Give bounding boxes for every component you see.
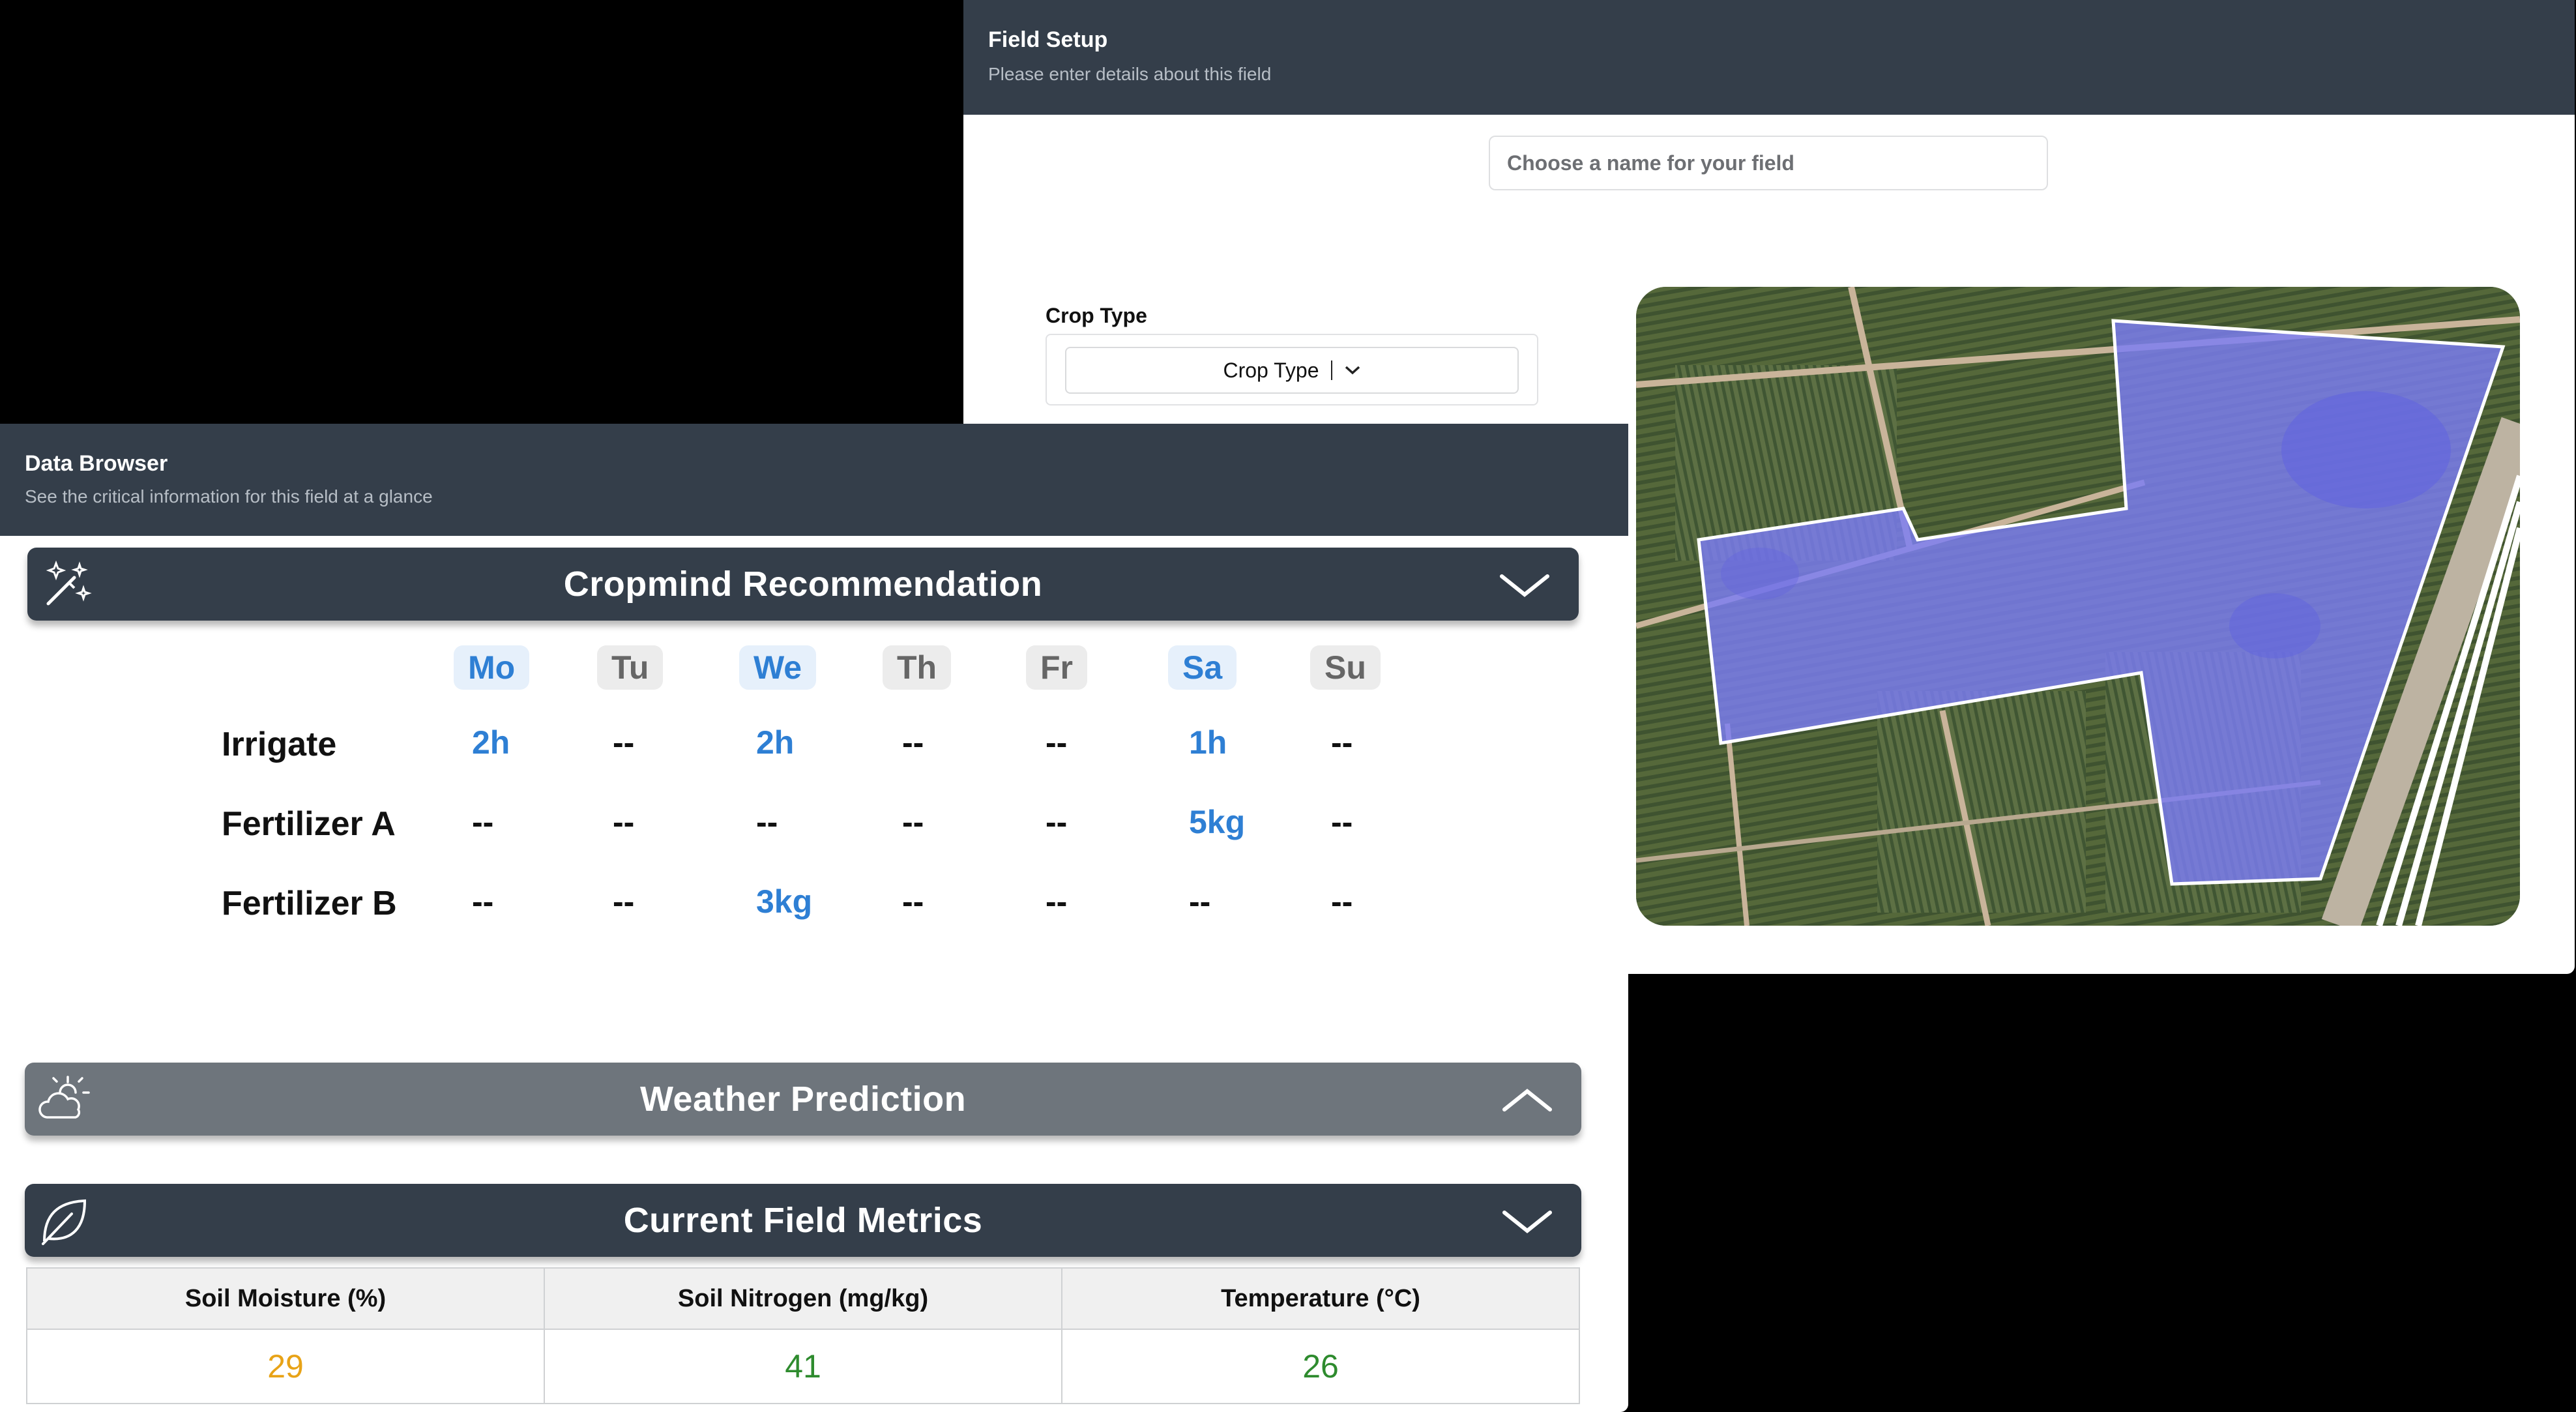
field-name-input[interactable] — [1489, 136, 2048, 190]
metrics-value-row: 29 41 26 — [26, 1329, 1580, 1404]
schedule-cell: -- — [472, 804, 494, 840]
crop-type-container: Crop Type — [1046, 334, 1538, 405]
data-browser-header: Data Browser See the critical informatio… — [0, 424, 1628, 536]
chevron-down-icon[interactable] — [1499, 572, 1550, 598]
row-label-irrigate: Irrigate — [222, 726, 337, 763]
metric-value-soil-nitrogen: 41 — [544, 1329, 1062, 1404]
leaf-icon — [42, 1199, 87, 1245]
schedule-cell: -- — [902, 804, 924, 840]
row-label-fertilizer-b: Fertilizer B — [222, 885, 397, 922]
metrics-table: Soil Moisture (%) Soil Nitrogen (mg/kg) … — [26, 1267, 1580, 1404]
weather-panel-header[interactable]: Weather Prediction — [25, 1063, 1581, 1136]
metrics-header-row: Soil Moisture (%) Soil Nitrogen (mg/kg) … — [26, 1267, 1580, 1330]
metrics-title: Current Field Metrics — [623, 1201, 983, 1240]
data-browser-subtitle: See the critical information for this fi… — [25, 486, 433, 507]
satellite-map-image — [1636, 287, 2520, 926]
schedule-cell: -- — [1189, 883, 1211, 920]
day-pill-mo: Mo — [454, 645, 530, 690]
weather-title: Weather Prediction — [639, 1080, 967, 1119]
metric-value-temperature: 26 — [1061, 1329, 1580, 1404]
schedule-cell: -- — [1046, 883, 1068, 920]
metrics-panel-header[interactable]: Current Field Metrics — [25, 1184, 1581, 1257]
schedule-cell: -- — [1331, 804, 1353, 840]
magic-wand-icon — [46, 560, 92, 606]
data-browser-window: Data Browser See the critical informatio… — [0, 424, 1628, 1412]
dropdown-separator — [1330, 360, 1332, 380]
schedule-cell: -- — [1046, 804, 1068, 840]
metric-header-temperature: Temperature (°C) — [1061, 1267, 1580, 1330]
field-setup-title: Field Setup — [988, 27, 1108, 52]
data-browser-title: Data Browser — [25, 451, 168, 476]
crop-type-label: Crop Type — [1046, 304, 1147, 327]
field-setup-subtitle: Please enter details about this field — [988, 64, 1272, 84]
chevron-down-icon — [1345, 366, 1360, 375]
schedule-cell: -- — [756, 804, 778, 840]
schedule-cell: -- — [613, 724, 635, 761]
schedule-cell: -- — [1046, 724, 1068, 761]
schedule-cell: -- — [1331, 883, 1353, 920]
crop-type-value: Crop Type — [1223, 358, 1319, 382]
schedule-cell: -- — [902, 883, 924, 920]
schedule-cell: 5kg — [1189, 804, 1246, 840]
day-pill-we: We — [739, 645, 817, 690]
field-map[interactable] — [1636, 287, 2520, 926]
schedule-cell: 2h — [756, 724, 795, 761]
row-label-fertilizer-a: Fertilizer A — [222, 805, 396, 843]
metric-header-soil-moisture: Soil Moisture (%) — [26, 1267, 545, 1330]
day-pill-fr: Fr — [1026, 645, 1087, 690]
recommendation-panel-header[interactable]: Cropmind Recommendation — [27, 548, 1579, 621]
chevron-up-icon[interactable] — [1502, 1087, 1553, 1113]
sun-cloud-icon — [38, 1076, 90, 1119]
schedule-cell: 2h — [472, 724, 510, 761]
schedule-cell: -- — [902, 724, 924, 761]
day-pill-sa: Sa — [1168, 645, 1237, 690]
field-setup-header: Field Setup Please enter details about t… — [963, 0, 2575, 115]
day-pill-th: Th — [883, 645, 952, 690]
day-pill-tu: Tu — [597, 645, 664, 690]
schedule-cell: -- — [613, 804, 635, 840]
recommendation-title: Cropmind Recommendation — [563, 565, 1043, 604]
schedule-cell: -- — [472, 883, 494, 920]
schedule-cell: 1h — [1189, 724, 1227, 761]
chevron-down-icon[interactable] — [1502, 1209, 1553, 1235]
crop-type-dropdown[interactable]: Crop Type — [1065, 347, 1519, 394]
metric-value-soil-moisture: 29 — [26, 1329, 545, 1404]
schedule-cell: 3kg — [756, 883, 813, 920]
schedule-cell: -- — [613, 883, 635, 920]
schedule-cell: -- — [1331, 724, 1353, 761]
day-pill-su: Su — [1310, 645, 1381, 690]
metric-header-soil-nitrogen: Soil Nitrogen (mg/kg) — [544, 1267, 1062, 1330]
